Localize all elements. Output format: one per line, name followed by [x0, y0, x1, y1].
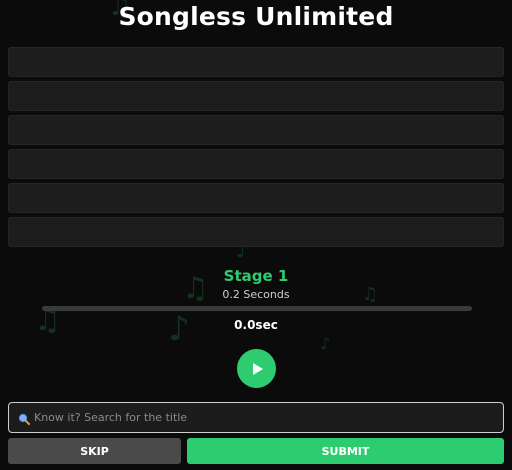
page-title: Songless Unlimited [118, 2, 394, 31]
app-root: ♫ ♪ ♫ ♫ ♪ ♫ ♪ Songless Unlimited Stage 1… [0, 0, 512, 470]
guess-slots [8, 47, 504, 251]
guess-slot [8, 47, 504, 77]
guess-slot [8, 115, 504, 145]
play-icon [252, 362, 263, 375]
guess-slot [8, 149, 504, 179]
stage-title: Stage 1 [223, 267, 289, 285]
stage-duration: 0.2 Seconds [222, 288, 290, 301]
progress-bar [42, 306, 472, 311]
search-input[interactable] [34, 411, 503, 424]
guess-slot [8, 81, 504, 111]
timer-readout: 0.0sec [234, 318, 278, 332]
skip-button[interactable]: SKIP [8, 438, 181, 464]
guess-slot [8, 183, 504, 213]
submit-button[interactable]: SUBMIT [187, 438, 504, 464]
stage-info: Stage 1 0.2 Seconds [0, 267, 512, 301]
search-icon [18, 412, 30, 425]
search-box[interactable] [8, 402, 504, 433]
music-note-icon: ♪ [320, 334, 331, 353]
play-button[interactable] [237, 349, 276, 388]
guess-slot [8, 217, 504, 247]
